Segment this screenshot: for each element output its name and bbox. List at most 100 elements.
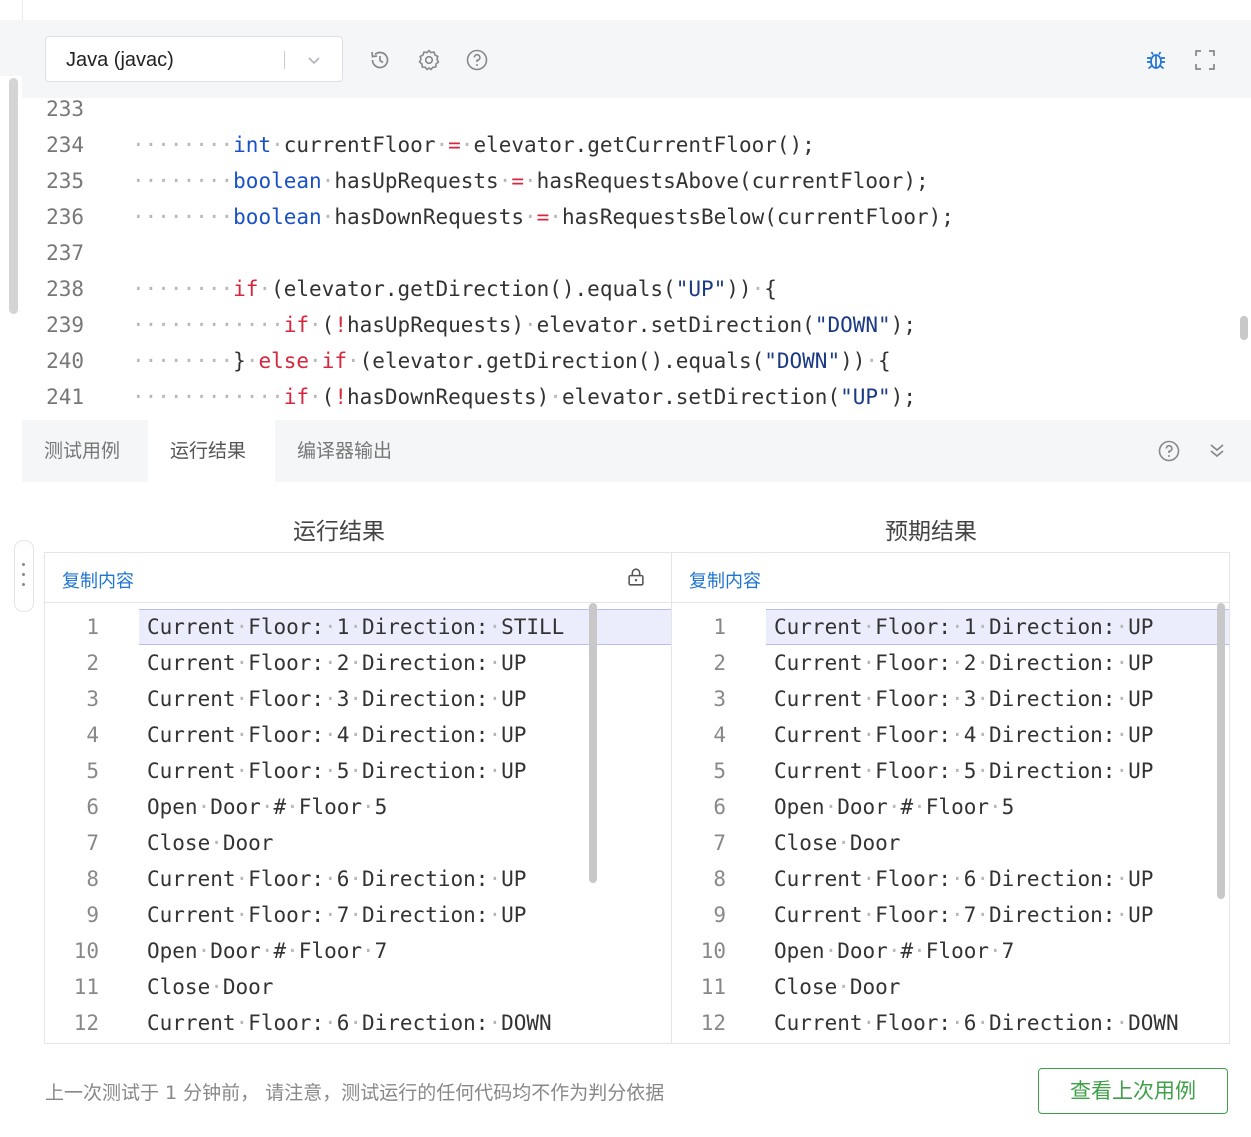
- output-line-number: 12: [73, 1011, 99, 1035]
- code-line[interactable]: 241 ············if·(!hasDownRequests)·ele…: [22, 379, 1251, 415]
- output-line-text: Open·Door·#·Floor·5: [774, 795, 1015, 819]
- line-number: 241: [46, 385, 84, 409]
- actual-output-pane[interactable]: 复制内容 1 Current·Floor:·1·Direction:·STILL 2…: [44, 552, 602, 1044]
- help-icon[interactable]: [1157, 439, 1181, 463]
- gutter-strip: [0, 20, 22, 76]
- output-line-number: 5: [86, 759, 99, 783]
- diff-highlight: [601, 609, 671, 645]
- output-line-text: Current·Floor:·5·Direction:·UP: [147, 759, 527, 783]
- line-number: 233: [46, 98, 84, 121]
- tab-run-results[interactable]: 运行结果: [148, 420, 275, 482]
- language-select[interactable]: Java (javac): [45, 36, 343, 82]
- fullscreen-icon[interactable]: [1193, 48, 1217, 72]
- code-text: ········int·currentFloor·=·elevator.getC…: [132, 133, 815, 157]
- line-number: 236: [46, 205, 84, 229]
- output-line-text: Open·Door·#·Floor·7: [774, 939, 1015, 963]
- pane-header: 复制内容: [672, 553, 1229, 603]
- output-line-number: 7: [86, 831, 99, 855]
- code-line[interactable]: 238 ········if·(elevator.getDirection().e…: [22, 271, 1251, 307]
- output-line-number: 3: [713, 687, 726, 711]
- code-editor[interactable]: 233 234 ········int·currentFloor·=·elevato…: [22, 98, 1251, 420]
- line-number: 238: [46, 277, 84, 301]
- output-line-number: 6: [713, 795, 726, 819]
- output-line-number: 5: [713, 759, 726, 783]
- output-line-text: Current·Floor:·1·Direction:·STILL: [147, 615, 565, 639]
- output-line-number: 6: [86, 795, 99, 819]
- output-line-number: 2: [86, 651, 99, 675]
- output-line-number: 4: [713, 723, 726, 747]
- output-line-number: 9: [86, 903, 99, 927]
- copy-actual-link[interactable]: 复制内容: [62, 567, 134, 593]
- code-line[interactable]: 237: [22, 235, 1251, 271]
- line-number: 234: [46, 133, 84, 157]
- history-icon[interactable]: [368, 48, 392, 72]
- lock-icon[interactable]: [625, 566, 647, 588]
- code-line[interactable]: 235 ········boolean·hasUpRequests·=·hasRe…: [22, 163, 1251, 199]
- language-select-value: Java (javac): [66, 49, 174, 71]
- output-line-text: Current·Floor:·3·Direction:·UP: [147, 687, 527, 711]
- output-line-text: Close·Door: [774, 975, 901, 999]
- help-icon[interactable]: [465, 48, 489, 72]
- code-line[interactable]: 236 ········boolean·hasDownRequests·=·has…: [22, 199, 1251, 235]
- output-line-number: 12: [700, 1011, 726, 1035]
- code-line[interactable]: 233: [22, 98, 1251, 127]
- code-line[interactable]: 234 ········int·currentFloor·=·elevator.g…: [22, 127, 1251, 163]
- output-line-text: Current·Floor:·7·Direction:·UP: [147, 903, 527, 927]
- code-text: ············if·(!hasDownRequests)·elevat…: [132, 385, 916, 409]
- output-line-number: 1: [713, 615, 726, 639]
- code-line[interactable]: 240 ········}·else·if·(elevator.getDirect…: [22, 343, 1251, 379]
- code-text: ········boolean·hasDownRequests·=·hasReq…: [132, 205, 954, 229]
- pane-header: 复制内容: [45, 553, 601, 603]
- collapse-icon[interactable]: [1205, 439, 1229, 463]
- output-line-number: 10: [73, 939, 99, 963]
- code-text: ············if·(!hasUpRequests)·elevator…: [132, 313, 916, 337]
- line-number: 239: [46, 313, 84, 337]
- output-line-number: 11: [700, 975, 726, 999]
- editor-horizontal-scrollbar[interactable]: [1240, 316, 1248, 340]
- output-line-number: 3: [86, 687, 99, 711]
- code-line[interactable]: 239 ············if·(!hasUpRequests)·eleva…: [22, 307, 1251, 343]
- view-last-test-button[interactable]: 查看上次用例: [1038, 1068, 1228, 1114]
- panel-resize-handle[interactable]: [14, 540, 34, 612]
- expected-scrollbar[interactable]: [1217, 603, 1225, 899]
- output-line-text: Current·Floor:·7·Direction:·UP: [774, 903, 1154, 927]
- output-line-text: Current·Floor:·6·Direction:·DOWN: [147, 1011, 552, 1035]
- output-line-text: Current·Floor:·6·Direction:·DOWN: [774, 1011, 1179, 1035]
- output-line-number: 10: [700, 939, 726, 963]
- lock-header: [601, 553, 671, 603]
- output-line-text: Current·Floor:·4·Direction:·UP: [774, 723, 1154, 747]
- output-line-text: Close·Door: [147, 975, 274, 999]
- output-line-text: Current·Floor:·5·Direction:·UP: [774, 759, 1154, 783]
- expected-output-pane[interactable]: 复制内容 1 Current·Floor:·1·Direction:·UP 2 Cur…: [671, 552, 1230, 1044]
- output-line-text: Open·Door·#·Floor·7: [147, 939, 388, 963]
- output-line-number: 4: [86, 723, 99, 747]
- copy-expected-link[interactable]: 复制内容: [689, 567, 761, 593]
- actual-title: 运行结果: [293, 519, 385, 545]
- gear-icon[interactable]: [417, 48, 441, 72]
- output-line-text: Current·Floor:·2·Direction:·UP: [774, 651, 1154, 675]
- result-tabs: 测试用例 运行结果 编译器输出: [22, 420, 1251, 483]
- code-text: ········boolean·hasUpRequests·=·hasReque…: [132, 169, 929, 193]
- line-number: 240: [46, 349, 84, 373]
- tab-compiler-output[interactable]: 编译器输出: [275, 420, 414, 482]
- output-line-text: Current·Floor:·2·Direction:·UP: [147, 651, 527, 675]
- editor-toolbar: Java (javac): [22, 20, 1251, 98]
- code-text: ········if·(elevator.getDirection().equa…: [132, 277, 777, 301]
- output-line-number: 11: [73, 975, 99, 999]
- output-line-text: Open·Door·#·Floor·5: [147, 795, 388, 819]
- select-divider: [284, 51, 285, 69]
- output-line-number: 8: [713, 867, 726, 891]
- editor-vertical-scrollbar[interactable]: [9, 78, 18, 314]
- line-number: 237: [46, 241, 84, 265]
- expected-title: 预期结果: [885, 519, 977, 545]
- output-line-number: 7: [713, 831, 726, 855]
- output-line-text: Current·Floor:·6·Direction:·UP: [774, 867, 1154, 891]
- output-line-text: Current·Floor:·6·Direction:·UP: [147, 867, 527, 891]
- chevron-down-icon: [308, 57, 320, 65]
- output-line-text: Close·Door: [147, 831, 274, 855]
- bug-icon[interactable]: [1144, 48, 1168, 72]
- output-line-text: Current·Floor:·4·Direction:·UP: [147, 723, 527, 747]
- actual-scrollbar[interactable]: [589, 603, 597, 883]
- output-line-text: Current·Floor:·3·Direction:·UP: [774, 687, 1154, 711]
- tab-test-cases[interactable]: 测试用例: [22, 420, 142, 482]
